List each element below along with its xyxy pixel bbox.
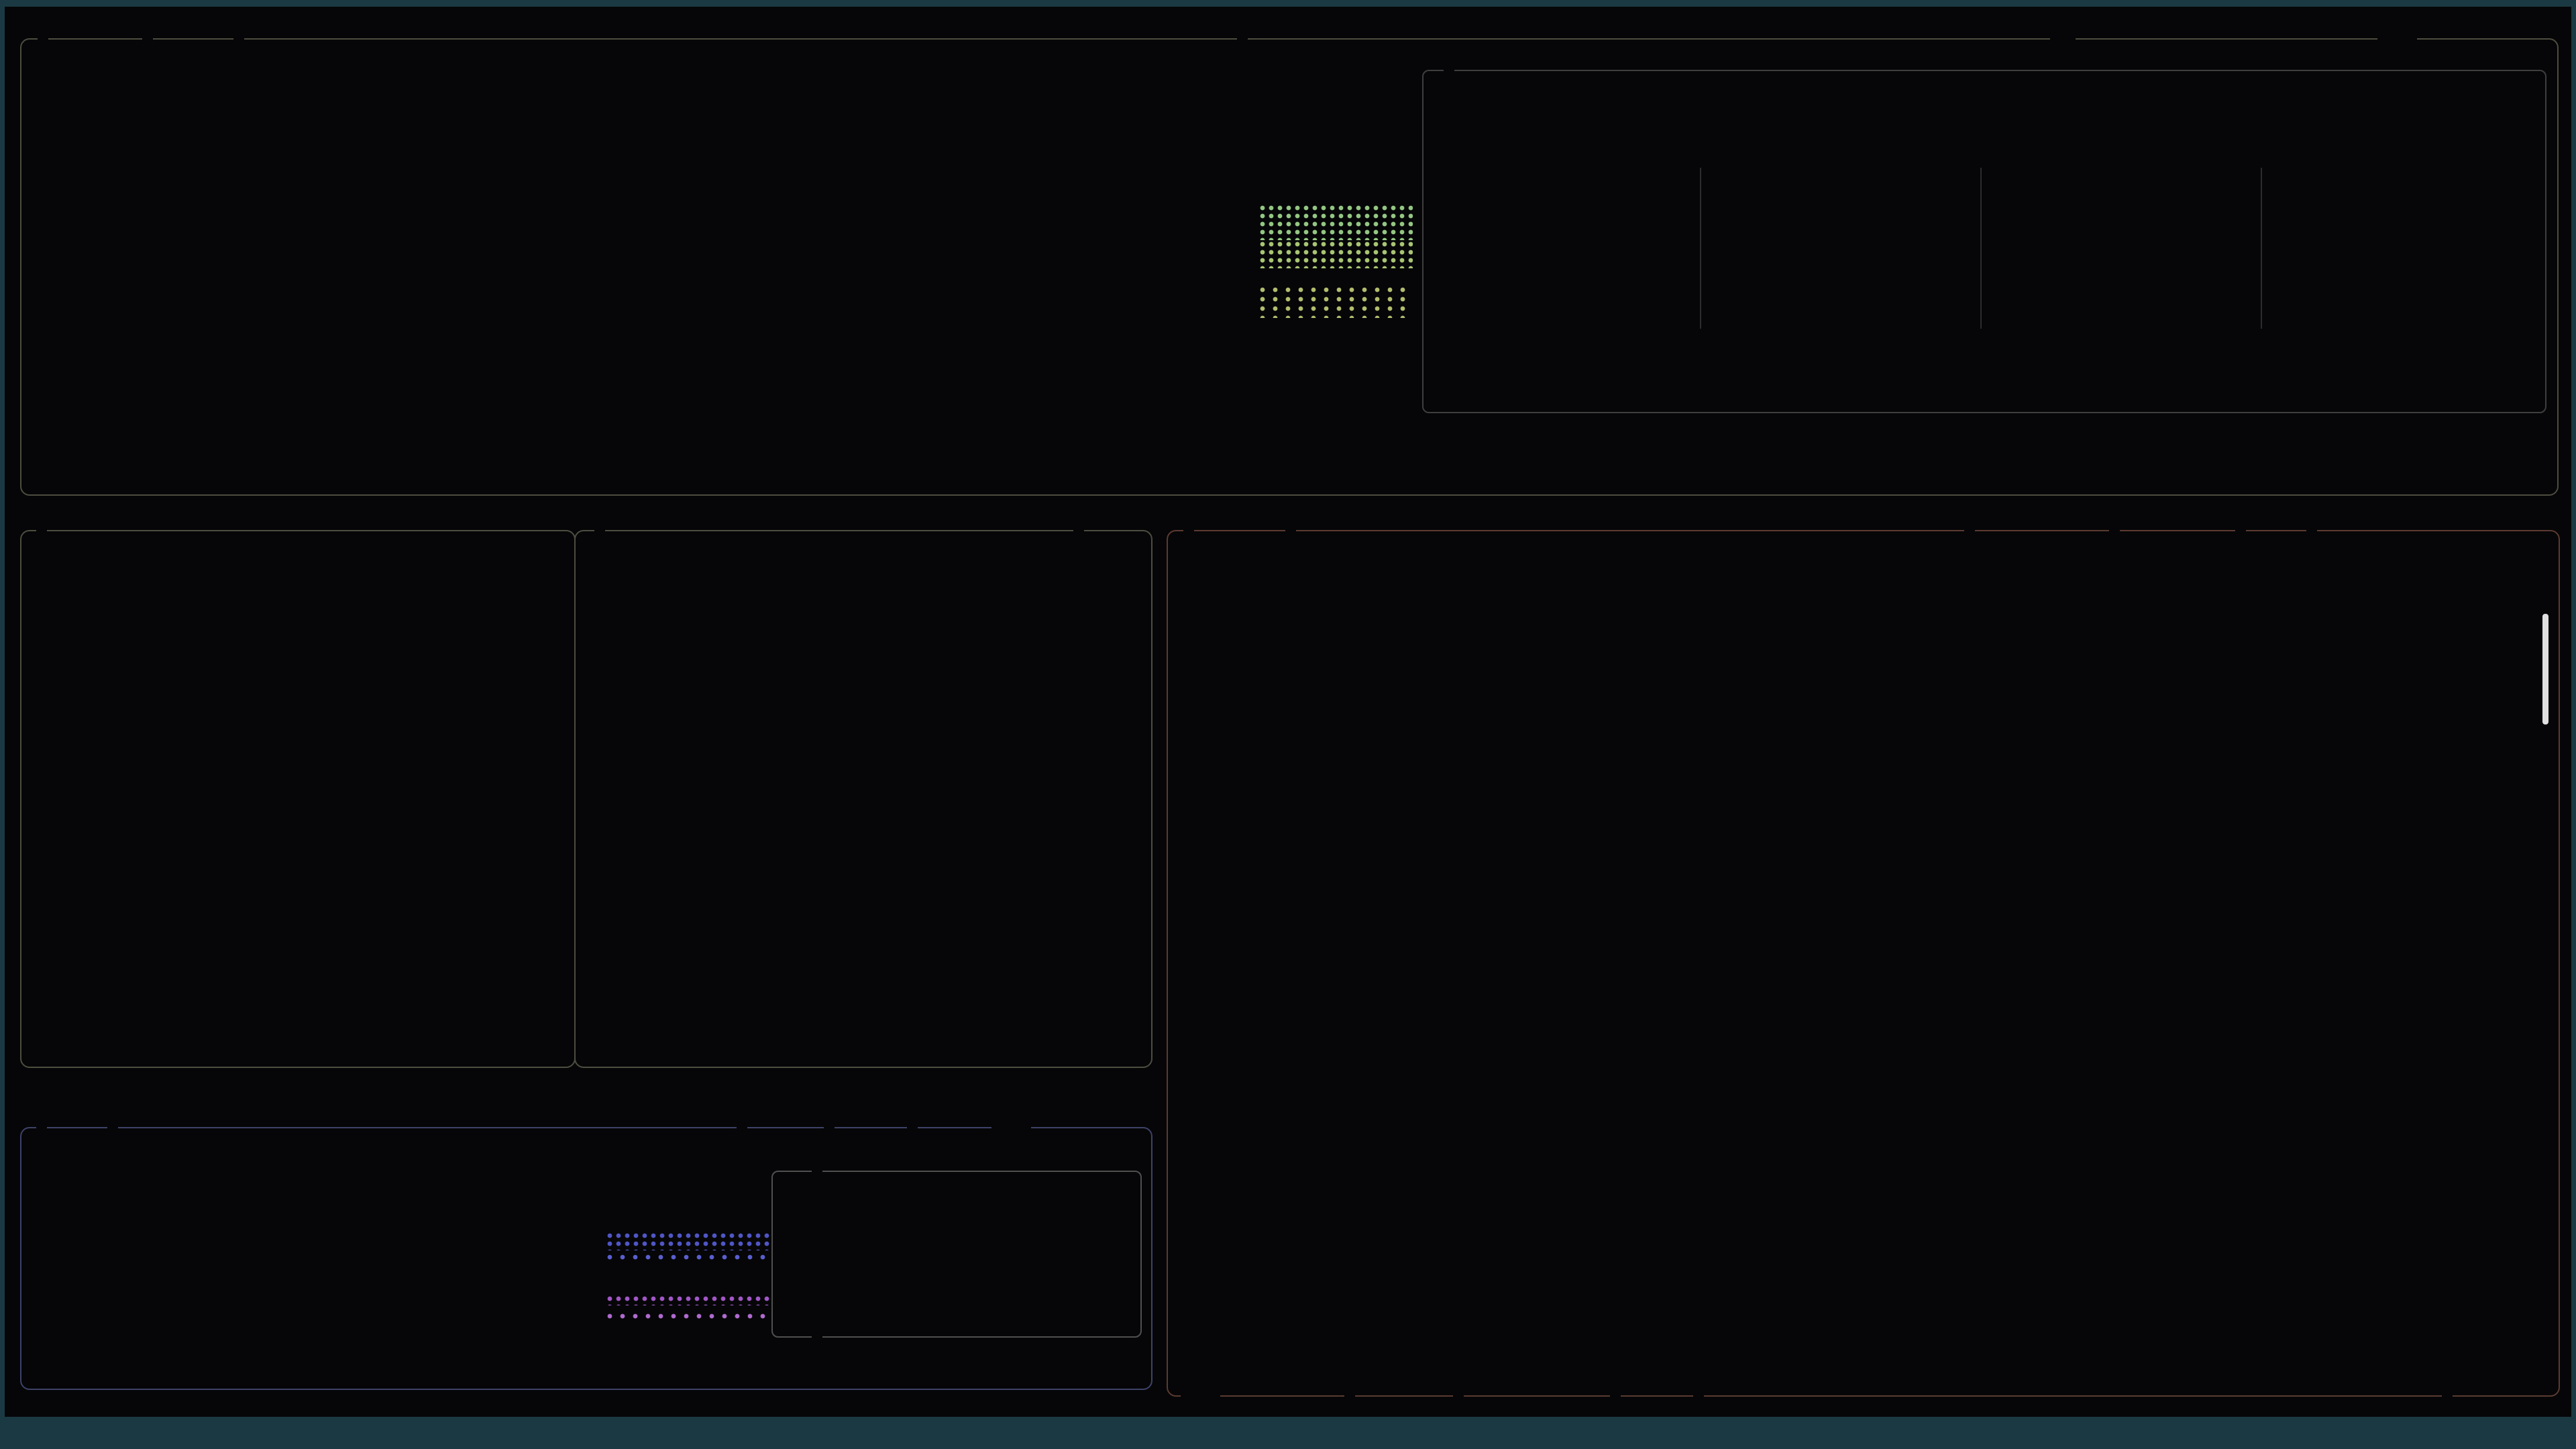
cpu-core-panel [1422, 70, 2546, 413]
proc-scrollbar[interactable] [2542, 614, 2548, 724]
window-edge-bottom [0, 1417, 2576, 1449]
proc-signals-button[interactable] [1693, 1377, 1704, 1410]
preset-button[interactable] [233, 21, 244, 55]
proc-sort-switcher [2306, 513, 2317, 547]
core-column-divider [1980, 168, 1982, 329]
proc-percore-button[interactable] [1964, 513, 1975, 547]
net-zero-button[interactable] [907, 1110, 918, 1144]
window-edge-left [0, 0, 5, 1449]
disks-box [574, 530, 1152, 1068]
proc-select-control[interactable] [1181, 1377, 1220, 1410]
proc-info-button[interactable] [1344, 1377, 1355, 1410]
net-box-title[interactable] [36, 1110, 47, 1144]
net-interface-switcher [991, 1110, 1031, 1144]
update-interval [2377, 21, 2417, 55]
proc-terminate-button[interactable] [1453, 1377, 1464, 1410]
upload-speed [780, 1275, 794, 1308]
upload-title [812, 1319, 822, 1352]
proc-header-threads[interactable] [2006, 558, 2128, 592]
proc-selection-count [2442, 1377, 2453, 1410]
cpu-history-graph [1260, 205, 1413, 240]
download-graph [607, 1254, 771, 1264]
proc-reverse-button[interactable] [2109, 513, 2120, 547]
net-sync-button[interactable] [737, 1110, 747, 1144]
cpu-history-graph [1260, 287, 1413, 318]
proc-filter-button[interactable] [1285, 513, 1296, 547]
menu-button[interactable] [142, 21, 153, 55]
core-column-divider [2261, 168, 2262, 329]
window-edge-top [0, 0, 2576, 7]
upload-graph [607, 1313, 771, 1323]
mem-box [20, 530, 576, 1068]
net-speed-panel [771, 1171, 1142, 1338]
download-title [812, 1155, 822, 1188]
upload-graph [607, 1296, 771, 1305]
cpu-model-title [1444, 54, 1454, 87]
proc-kill-button[interactable] [1610, 1377, 1621, 1410]
disks-io-toggle[interactable] [1073, 513, 1084, 547]
cpu-box-title[interactable] [38, 21, 48, 55]
net-auto-button[interactable] [824, 1110, 835, 1144]
proc-tree-button[interactable] [2235, 513, 2246, 547]
disks-box-title[interactable] [594, 513, 605, 547]
cpu-total-percent [2449, 123, 2542, 156]
proc-header-pid[interactable] [1181, 558, 1281, 592]
battery-label [2050, 21, 2076, 55]
net-address [107, 1110, 118, 1144]
clock [1237, 21, 1248, 55]
btop-terminal [0, 0, 2576, 1449]
proc-box [1167, 530, 2560, 1397]
proc-box-title[interactable] [1183, 513, 1194, 547]
cpu-history-graph [1260, 241, 1413, 268]
download-speed [780, 1222, 794, 1256]
window-edge-right [2571, 0, 2576, 1449]
core-column-divider [1700, 168, 1701, 329]
download-graph [607, 1233, 771, 1250]
mem-box-title[interactable] [36, 513, 47, 547]
